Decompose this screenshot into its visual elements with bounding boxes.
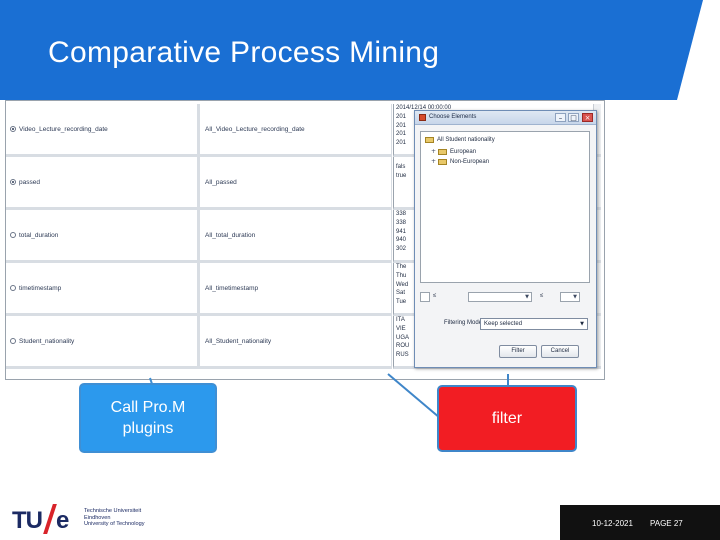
logo-line: Eindhoven bbox=[84, 514, 111, 521]
callout-line: Call Pro.M bbox=[110, 399, 186, 416]
logo-slash bbox=[43, 504, 57, 534]
prom-plugins-callout: Call Pro.M plugins bbox=[79, 383, 217, 453]
page-number: PAGE 27 bbox=[650, 519, 683, 528]
footer-date: 10-12-2021 bbox=[592, 519, 633, 528]
logo-line: Technische Universiteit bbox=[84, 508, 142, 514]
filter-callout: filter bbox=[437, 385, 577, 452]
logo-text: Technische Universiteit Eindhoven Univer… bbox=[84, 508, 145, 528]
logo-mark: TU bbox=[12, 507, 43, 534]
tue-logo: TU e Technische Universiteit Eindhoven U… bbox=[12, 504, 152, 534]
footer-bar bbox=[560, 505, 720, 540]
callout-connectors bbox=[149, 373, 509, 419]
logo-e: e bbox=[56, 507, 70, 534]
callout-line: plugins bbox=[122, 420, 174, 437]
logo-line: University of Technology bbox=[84, 521, 145, 528]
